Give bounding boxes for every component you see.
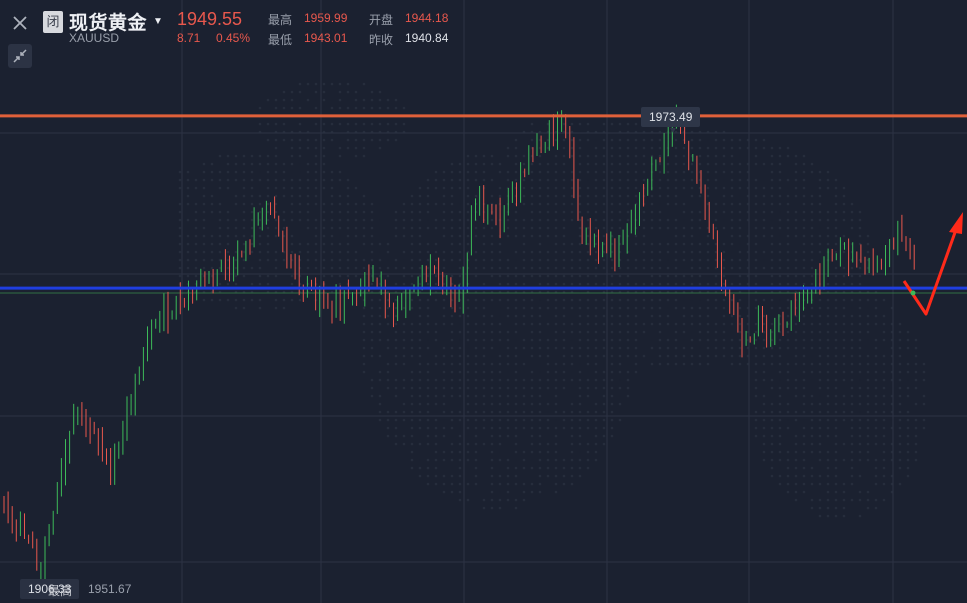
low-label: 最低	[268, 33, 293, 47]
collapse-button[interactable]	[8, 44, 32, 68]
forecast-arrow	[902, 223, 960, 316]
low-value: 1943.01	[304, 31, 348, 45]
change-abs: 8.71	[177, 31, 201, 45]
high-marker-label: 1973.49	[641, 107, 701, 127]
prev-close-label: 昨收	[369, 33, 394, 47]
high-value: 1959.99	[304, 11, 348, 25]
prev-close-value: 1940.84	[405, 31, 449, 45]
crosshair-label: 最高	[48, 584, 73, 598]
crosshair-value: 1951.67	[88, 582, 132, 596]
symbol-code: XAUUSD	[69, 31, 120, 45]
last-price: 1949.55	[177, 9, 243, 29]
market-status-badge: 闭	[43, 11, 63, 33]
forecast-arrow-head	[949, 212, 963, 234]
close-icon	[13, 16, 27, 30]
close-button[interactable]	[8, 11, 32, 35]
open-label: 开盘	[369, 13, 394, 27]
change-pct: 0.45%	[216, 31, 251, 45]
collapse-arrows-icon	[13, 49, 27, 63]
price-chart[interactable]	[0, 0, 967, 603]
chevron-down-icon: ▼	[153, 16, 164, 27]
last-price-dot	[910, 290, 916, 296]
open-value: 1944.18	[405, 11, 449, 25]
high-label: 最高	[268, 13, 293, 27]
